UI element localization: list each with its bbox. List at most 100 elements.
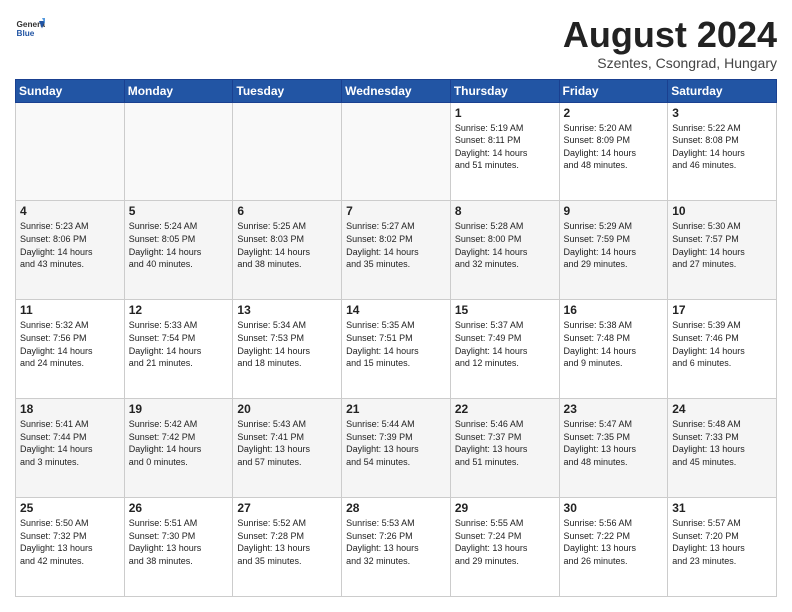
table-row: 12 Sunrise: 5:33 AM Sunset: 7:54 PM Dayli… (124, 300, 233, 399)
col-monday: Monday (124, 79, 233, 102)
day-info: Sunrise: 5:44 AM Sunset: 7:39 PM Dayligh… (346, 418, 446, 468)
day-number: 8 (455, 204, 555, 218)
table-row: 21 Sunrise: 5:44 AM Sunset: 7:39 PM Dayli… (342, 399, 451, 498)
table-row: 6 Sunrise: 5:25 AM Sunset: 8:03 PM Daylig… (233, 201, 342, 300)
day-info: Sunrise: 5:43 AM Sunset: 7:41 PM Dayligh… (237, 418, 337, 468)
page: General Blue August 2024 Szentes, Csongr… (0, 0, 792, 612)
col-sunday: Sunday (16, 79, 125, 102)
day-info: Sunrise: 5:19 AM Sunset: 8:11 PM Dayligh… (455, 122, 555, 172)
table-row (233, 102, 342, 201)
header-row: Sunday Monday Tuesday Wednesday Thursday… (16, 79, 777, 102)
month-year: August 2024 (563, 15, 777, 55)
day-number: 25 (20, 501, 120, 515)
table-row: 30 Sunrise: 5:56 AM Sunset: 7:22 PM Dayli… (559, 498, 668, 597)
table-row: 29Sunrise: 5:55 AM Sunset: 7:24 PM Dayli… (450, 498, 559, 597)
day-number: 2 (564, 106, 664, 120)
day-info: Sunrise: 5:34 AM Sunset: 7:53 PM Dayligh… (237, 319, 337, 369)
table-row (16, 102, 125, 201)
day-number: 29 (455, 501, 555, 515)
table-row (124, 102, 233, 201)
calendar-week-0: 1Sunrise: 5:19 AM Sunset: 8:11 PM Daylig… (16, 102, 777, 201)
day-info: Sunrise: 5:32 AM Sunset: 7:56 PM Dayligh… (20, 319, 120, 369)
location: Szentes, Csongrad, Hungary (563, 55, 777, 71)
day-info: Sunrise: 5:50 AM Sunset: 7:32 PM Dayligh… (20, 517, 120, 567)
day-info: Sunrise: 5:29 AM Sunset: 7:59 PM Dayligh… (564, 220, 664, 270)
day-info: Sunrise: 5:46 AM Sunset: 7:37 PM Dayligh… (455, 418, 555, 468)
svg-text:Blue: Blue (17, 29, 35, 38)
table-row: 5Sunrise: 5:24 AM Sunset: 8:05 PM Daylig… (124, 201, 233, 300)
day-number: 30 (564, 501, 664, 515)
calendar-week-1: 4 Sunrise: 5:23 AM Sunset: 8:06 PM Daylig… (16, 201, 777, 300)
day-number: 22 (455, 402, 555, 416)
day-number: 18 (20, 402, 120, 416)
table-row: 27 Sunrise: 5:52 AM Sunset: 7:28 PM Dayli… (233, 498, 342, 597)
calendar-week-3: 18 Sunrise: 5:41 AM Sunset: 7:44 PM Dayli… (16, 399, 777, 498)
day-info: Sunrise: 5:25 AM Sunset: 8:03 PM Dayligh… (237, 220, 337, 270)
day-number: 19 (129, 402, 229, 416)
day-info: Sunrise: 5:27 AM Sunset: 8:02 PM Dayligh… (346, 220, 446, 270)
day-info: Sunrise: 5:51 AM Sunset: 7:30 PM Dayligh… (129, 517, 229, 567)
day-number: 17 (672, 303, 772, 317)
table-row: 2 Sunrise: 5:20 AM Sunset: 8:09 PM Daylig… (559, 102, 668, 201)
day-info: Sunrise: 5:57 AM Sunset: 7:20 PM Dayligh… (672, 517, 772, 567)
day-number: 3 (672, 106, 772, 120)
day-number: 6 (237, 204, 337, 218)
col-saturday: Saturday (668, 79, 777, 102)
logo: General Blue (15, 15, 45, 45)
table-row: 15Sunrise: 5:37 AM Sunset: 7:49 PM Dayli… (450, 300, 559, 399)
day-number: 4 (20, 204, 120, 218)
day-number: 31 (672, 501, 772, 515)
table-row: 13Sunrise: 5:34 AM Sunset: 7:53 PM Dayli… (233, 300, 342, 399)
day-info: Sunrise: 5:30 AM Sunset: 7:57 PM Dayligh… (672, 220, 772, 270)
table-row: 3 Sunrise: 5:22 AM Sunset: 8:08 PM Daylig… (668, 102, 777, 201)
table-row: 10 Sunrise: 5:30 AM Sunset: 7:57 PM Dayli… (668, 201, 777, 300)
table-row: 8 Sunrise: 5:28 AM Sunset: 8:00 PM Daylig… (450, 201, 559, 300)
day-number: 5 (129, 204, 229, 218)
day-info: Sunrise: 5:20 AM Sunset: 8:09 PM Dayligh… (564, 122, 664, 172)
day-number: 14 (346, 303, 446, 317)
col-thursday: Thursday (450, 79, 559, 102)
table-row: 31 Sunrise: 5:57 AM Sunset: 7:20 PM Dayli… (668, 498, 777, 597)
day-info: Sunrise: 5:33 AM Sunset: 7:54 PM Dayligh… (129, 319, 229, 369)
day-info: Sunrise: 5:48 AM Sunset: 7:33 PM Dayligh… (672, 418, 772, 468)
table-row: 22 Sunrise: 5:46 AM Sunset: 7:37 PM Dayli… (450, 399, 559, 498)
col-friday: Friday (559, 79, 668, 102)
calendar-week-4: 25 Sunrise: 5:50 AM Sunset: 7:32 PM Dayli… (16, 498, 777, 597)
table-row: 11Sunrise: 5:32 AM Sunset: 7:56 PM Dayli… (16, 300, 125, 399)
day-info: Sunrise: 5:42 AM Sunset: 7:42 PM Dayligh… (129, 418, 229, 468)
day-info: Sunrise: 5:23 AM Sunset: 8:06 PM Dayligh… (20, 220, 120, 270)
day-number: 15 (455, 303, 555, 317)
day-info: Sunrise: 5:41 AM Sunset: 7:44 PM Dayligh… (20, 418, 120, 468)
calendar-week-2: 11Sunrise: 5:32 AM Sunset: 7:56 PM Dayli… (16, 300, 777, 399)
table-row: 14 Sunrise: 5:35 AM Sunset: 7:51 PM Dayli… (342, 300, 451, 399)
day-info: Sunrise: 5:35 AM Sunset: 7:51 PM Dayligh… (346, 319, 446, 369)
table-row: 4 Sunrise: 5:23 AM Sunset: 8:06 PM Daylig… (16, 201, 125, 300)
header: General Blue August 2024 Szentes, Csongr… (15, 15, 777, 71)
day-number: 26 (129, 501, 229, 515)
table-row (342, 102, 451, 201)
table-row: 25 Sunrise: 5:50 AM Sunset: 7:32 PM Dayli… (16, 498, 125, 597)
day-number: 27 (237, 501, 337, 515)
day-number: 24 (672, 402, 772, 416)
table-row: 20Sunrise: 5:43 AM Sunset: 7:41 PM Dayli… (233, 399, 342, 498)
day-info: Sunrise: 5:39 AM Sunset: 7:46 PM Dayligh… (672, 319, 772, 369)
table-row: 9Sunrise: 5:29 AM Sunset: 7:59 PM Daylig… (559, 201, 668, 300)
table-row: 24 Sunrise: 5:48 AM Sunset: 7:33 PM Dayli… (668, 399, 777, 498)
day-info: Sunrise: 5:47 AM Sunset: 7:35 PM Dayligh… (564, 418, 664, 468)
title-block: August 2024 Szentes, Csongrad, Hungary (563, 15, 777, 71)
table-row: 19 Sunrise: 5:42 AM Sunset: 7:42 PM Dayli… (124, 399, 233, 498)
day-number: 7 (346, 204, 446, 218)
table-row: 18 Sunrise: 5:41 AM Sunset: 7:44 PM Dayli… (16, 399, 125, 498)
day-number: 21 (346, 402, 446, 416)
table-row: 7 Sunrise: 5:27 AM Sunset: 8:02 PM Daylig… (342, 201, 451, 300)
day-info: Sunrise: 5:28 AM Sunset: 8:00 PM Dayligh… (455, 220, 555, 270)
table-row: 23 Sunrise: 5:47 AM Sunset: 7:35 PM Dayli… (559, 399, 668, 498)
logo-icon: General Blue (15, 15, 45, 45)
table-row: 17 Sunrise: 5:39 AM Sunset: 7:46 PM Dayli… (668, 300, 777, 399)
day-info: Sunrise: 5:56 AM Sunset: 7:22 PM Dayligh… (564, 517, 664, 567)
day-number: 12 (129, 303, 229, 317)
day-info: Sunrise: 5:52 AM Sunset: 7:28 PM Dayligh… (237, 517, 337, 567)
day-number: 10 (672, 204, 772, 218)
day-number: 23 (564, 402, 664, 416)
day-info: Sunrise: 5:22 AM Sunset: 8:08 PM Dayligh… (672, 122, 772, 172)
